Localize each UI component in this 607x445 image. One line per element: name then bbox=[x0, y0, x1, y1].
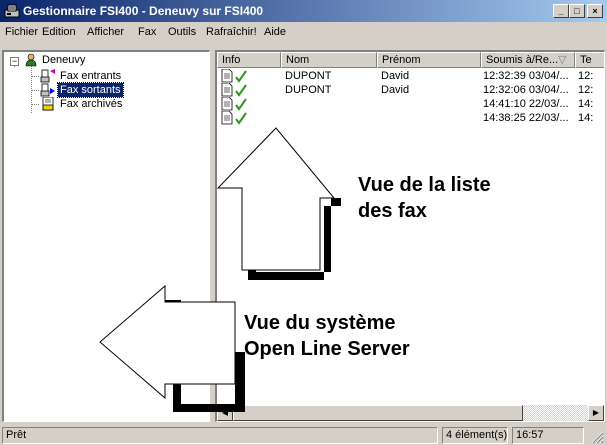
close-button[interactable]: × bbox=[587, 4, 603, 18]
tree-connector bbox=[31, 90, 39, 91]
cell-soumis: 12:32:06 03/04/... bbox=[483, 84, 569, 96]
table-row[interactable]: DUPONT David 12:32:39 03/04/... 12: bbox=[217, 69, 604, 83]
fax-document-checked-icon bbox=[221, 83, 247, 97]
tree-child-label: Fax sortants bbox=[57, 82, 124, 98]
annotation-line: des fax bbox=[358, 200, 427, 222]
column-header-te[interactable]: Te bbox=[575, 52, 604, 68]
menu-aide[interactable]: Aide bbox=[264, 26, 286, 38]
cell-prenom: David bbox=[381, 84, 410, 96]
cell-te: 12: bbox=[578, 70, 594, 82]
fax-list-view[interactable]: Info Nom Prénom Soumis à/Re... ▽ Te DUPO… bbox=[215, 50, 605, 422]
menu-rafraichir[interactable]: Rafraîchir! bbox=[206, 26, 257, 38]
menu-outils[interactable]: Outils bbox=[168, 26, 196, 38]
maximize-button[interactable]: □ bbox=[569, 4, 585, 18]
status-item-count: 4 élément(s) bbox=[442, 427, 508, 444]
tree-child-label: Fax archivés bbox=[60, 98, 123, 110]
annotation-system-view: Vue du système Open Line Server bbox=[244, 310, 410, 362]
cell-soumis: 14:38:25 22/03/... bbox=[483, 112, 569, 124]
collapse-toggle[interactable]: − bbox=[10, 57, 19, 66]
fax-outgoing-icon bbox=[40, 83, 55, 97]
fax-document-checked-icon bbox=[221, 69, 247, 83]
column-header-prenom[interactable]: Prénom bbox=[377, 52, 481, 68]
status-bar: Prêt 4 élément(s) 16:57 bbox=[0, 426, 607, 445]
annotation-line: Vue de la liste bbox=[358, 174, 491, 196]
fax-document-checked-icon bbox=[221, 111, 247, 125]
column-header-soumis[interactable]: Soumis à/Re... ▽ bbox=[481, 52, 575, 68]
annotation-list-view: Vue de la liste des fax bbox=[358, 172, 491, 224]
menu-fax[interactable]: Fax bbox=[138, 26, 156, 38]
fax-archive-icon bbox=[42, 97, 54, 111]
fax-document-checked-icon bbox=[221, 97, 247, 111]
scroll-left-icon[interactable]: ◀ bbox=[217, 405, 233, 421]
fax-machine-icon bbox=[4, 4, 20, 18]
cell-nom: DUPONT bbox=[285, 70, 332, 82]
app-window: Gestionnaire FSI400 - Deneuvy sur FSI400… bbox=[0, 0, 607, 445]
horizontal-scrollbar[interactable]: ◀ ▶ bbox=[217, 405, 604, 421]
title-bar[interactable]: Gestionnaire FSI400 - Deneuvy sur FSI400… bbox=[0, 0, 607, 22]
cell-soumis: 12:32:39 03/04/... bbox=[483, 70, 569, 82]
cell-te: 14: bbox=[578, 112, 594, 124]
annotation-line: Open Line Server bbox=[244, 338, 410, 360]
tree-view[interactable]: − Deneuvy Fax entrants Fax sortants Fax … bbox=[2, 50, 210, 422]
menu-afficher[interactable]: Afficher bbox=[87, 26, 124, 38]
cell-te: 14: bbox=[578, 98, 594, 110]
column-header-label: Soumis à/Re... bbox=[486, 54, 559, 66]
cell-nom: DUPONT bbox=[285, 84, 332, 96]
fax-incoming-icon bbox=[40, 69, 55, 83]
cell-soumis: 14:41:10 22/03/... bbox=[483, 98, 569, 110]
annotation-line: Vue du système bbox=[244, 312, 396, 334]
minimize-button[interactable]: _ bbox=[553, 4, 569, 18]
table-row[interactable]: DUPONT David 12:32:06 03/04/... 12: bbox=[217, 83, 604, 97]
menu-bar: Fichier Edition Afficher Fax Outils Rafr… bbox=[0, 22, 607, 42]
tree-connector bbox=[31, 104, 39, 105]
tree-connector bbox=[31, 76, 39, 77]
table-row[interactable]: 14:38:25 22/03/... 14: bbox=[217, 111, 604, 125]
tree-child-label: Fax entrants bbox=[60, 70, 122, 82]
cell-te: 12: bbox=[578, 84, 594, 96]
scroll-right-icon[interactable]: ▶ bbox=[588, 405, 604, 421]
status-text: Prêt bbox=[2, 427, 438, 444]
sort-descending-icon: ▽ bbox=[558, 54, 567, 66]
column-header-info[interactable]: Info bbox=[217, 52, 281, 68]
user-icon bbox=[25, 53, 37, 67]
menu-fichier[interactable]: Fichier bbox=[5, 26, 38, 38]
window-title: Gestionnaire FSI400 - Deneuvy sur FSI400 bbox=[23, 4, 264, 18]
cell-prenom: David bbox=[381, 70, 410, 82]
column-header-nom[interactable]: Nom bbox=[281, 52, 377, 68]
tree-root-label: Deneuvy bbox=[42, 54, 86, 66]
table-row[interactable]: 14:41:10 22/03/... 14: bbox=[217, 97, 604, 111]
menu-edition[interactable]: Edition bbox=[42, 26, 76, 38]
status-time: 16:57 bbox=[512, 427, 584, 444]
resize-grip-icon[interactable] bbox=[590, 430, 604, 444]
scrollbar-thumb[interactable] bbox=[233, 405, 523, 421]
